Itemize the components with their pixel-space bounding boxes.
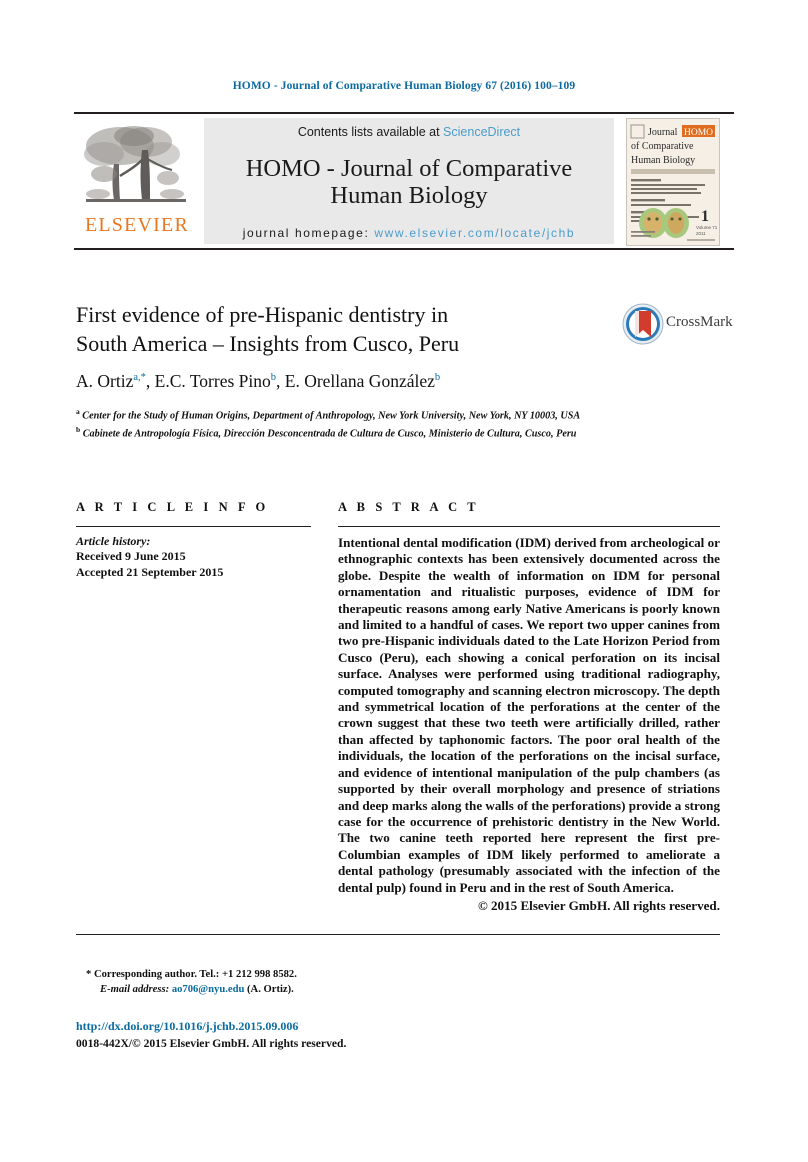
paper-page: HOMO - Journal of Comparative Human Biol… xyxy=(0,0,808,1162)
journal-title: HOMO - Journal of Comparative Human Biol… xyxy=(246,155,573,209)
doi-link[interactable]: http://dx.doi.org/10.1016/j.jchb.2015.09… xyxy=(76,1019,298,1034)
crossmark-label: CrossMark xyxy=(666,314,733,330)
journal-homepage-line: journal homepage: www.elsevier.com/locat… xyxy=(243,226,575,240)
journal-cover-image: Journal HOMO of Comparative Human Biolog… xyxy=(627,119,719,245)
running-head: HOMO - Journal of Comparative Human Biol… xyxy=(232,80,576,92)
elsevier-logo[interactable]: ELSEVIER xyxy=(74,118,200,244)
abstract-rule xyxy=(338,526,720,527)
corresponding-author-note: * Corresponding author. Tel.: +1 212 998… xyxy=(86,968,586,997)
abstract-body: Intentional dental modification (IDM) de… xyxy=(338,535,720,895)
article-info-rule xyxy=(76,526,311,527)
author-3-marks[interactable]: b xyxy=(435,372,440,383)
affiliation-a: a Center for the Study of Human Origins,… xyxy=(76,405,616,423)
footer-rule xyxy=(76,934,720,935)
title-line-1: First evidence of pre-Hispanic dentistry… xyxy=(76,302,449,327)
masthead-center-panel: Contents lists available at ScienceDirec… xyxy=(204,118,614,244)
contents-prefix: Contents lists available at xyxy=(297,125,444,139)
journal-title-line2: Human Biology xyxy=(330,181,488,209)
corresponding-author-line: * Corresponding author. Tel.: +1 212 998… xyxy=(86,969,297,980)
article-info-heading: A R T I C L E I N F O xyxy=(76,500,269,514)
svg-text:of Comparative: of Comparative xyxy=(631,141,694,152)
masthead-top-rule xyxy=(74,112,734,114)
abstract-heading: A B S T R A C T xyxy=(338,500,480,514)
author-2-marks[interactable]: b xyxy=(271,372,276,383)
crossmark-icon xyxy=(622,303,664,345)
affiliation-b: b Cabinete de Antropología Física, Direc… xyxy=(76,423,616,441)
journal-title-line1: HOMO - Journal of Comparative xyxy=(245,154,573,182)
sciencedirect-link[interactable]: ScienceDirect xyxy=(443,125,520,139)
affiliation-a-mark: a xyxy=(76,407,80,416)
svg-text:Volume 71: Volume 71 xyxy=(696,225,718,230)
svg-text:Human Biology: Human Biology xyxy=(631,155,695,166)
page-title: First evidence of pre-Hispanic dentistry… xyxy=(76,300,596,358)
author-1: A. Ortiz xyxy=(76,371,134,391)
author-2: E.C. Torres Pino xyxy=(154,371,271,391)
email-line: E-mail address: ao706@nyu.edu (A. Ortiz)… xyxy=(86,983,586,998)
homepage-label: journal homepage: xyxy=(242,226,375,240)
contents-available-line: Contents lists available at ScienceDirec… xyxy=(298,125,520,139)
homepage-url-link[interactable]: www.elsevier.com/locate/jchb xyxy=(374,226,575,240)
svg-text:1: 1 xyxy=(701,208,709,225)
article-history-label: Article history: xyxy=(76,534,151,548)
svg-text:2011: 2011 xyxy=(696,231,706,236)
abstract-column: A B S T R A C T Intentional dental modif… xyxy=(338,500,720,914)
article-received-date: Received 9 June 2015 xyxy=(76,549,186,563)
affiliation-b-mark: b xyxy=(76,424,81,434)
email-suffix: (A. Ortiz). xyxy=(244,983,294,995)
journal-masthead: ELSEVIER Contents lists available at Sci… xyxy=(74,112,734,250)
elsevier-tree-icon xyxy=(84,126,186,202)
affiliation-a-text: Center for the Study of Human Origins, D… xyxy=(82,410,581,422)
email-label: E-mail address: xyxy=(100,983,172,995)
masthead-bottom-rule xyxy=(74,248,734,250)
author-3: E. Orellana González xyxy=(284,371,435,391)
journal-cover-thumbnail[interactable]: Journal HOMO of Comparative Human Biolog… xyxy=(626,118,720,246)
crossmark-badge[interactable]: CrossMark xyxy=(622,303,733,345)
issn-copyright-line: 0018-442X/© 2015 Elsevier GmbH. All righ… xyxy=(76,1037,347,1050)
svg-text:Journal: Journal xyxy=(648,127,678,138)
article-info-column: A R T I C L E I N F O Article history: R… xyxy=(76,500,311,580)
abstract-copyright: © 2015 Elsevier GmbH. All rights reserve… xyxy=(477,897,720,913)
title-line-2: South America – Insights from Cusco, Per… xyxy=(76,331,460,356)
author-list: A. Ortiza,*, E.C. Torres Pinob, E. Orell… xyxy=(76,371,441,391)
email-link[interactable]: ao706@nyu.edu xyxy=(172,984,245,995)
svg-text:HOMO: HOMO xyxy=(684,128,713,138)
author-1-marks[interactable]: a,* xyxy=(133,372,146,383)
affiliations: a Center for the Study of Human Origins,… xyxy=(76,405,616,441)
affiliation-b-text: Cabinete de Antropología Física, Direcci… xyxy=(82,428,577,440)
article-accepted-date: Accepted 21 September 2015 xyxy=(76,564,224,579)
elsevier-wordmark: ELSEVIER xyxy=(84,214,190,236)
